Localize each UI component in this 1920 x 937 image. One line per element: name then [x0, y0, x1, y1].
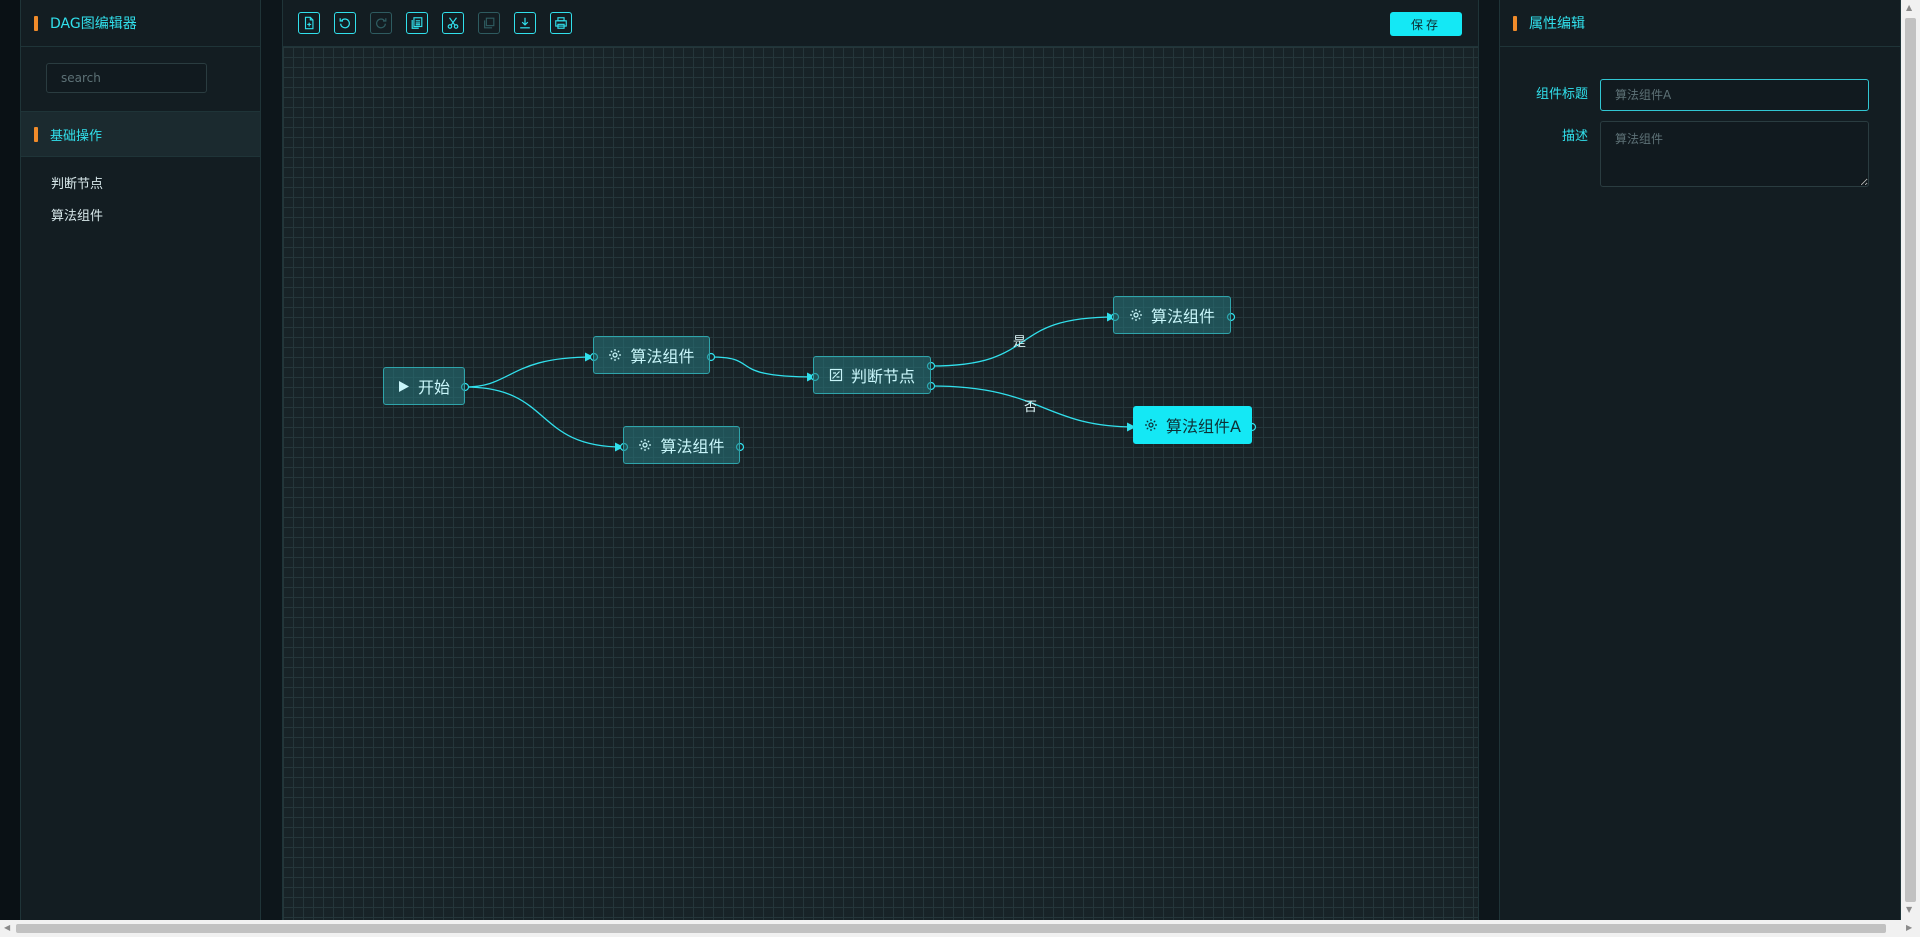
node-label: 算法组件: [660, 437, 725, 456]
node-algorithm-1[interactable]: 算法组件: [593, 336, 710, 374]
decision-icon: [829, 368, 843, 382]
title-label: 组件标题: [1535, 87, 1588, 102]
redo-button[interactable]: [370, 12, 392, 34]
redo-icon: [376, 18, 387, 29]
node-label: 算法组件: [630, 347, 695, 366]
gear-icon: [1144, 418, 1158, 432]
section-basic-ops[interactable]: 基础操作: [21, 111, 260, 157]
editor-area: 保存 开始 算法组件 算法组件 判断节点 算法组件 算法组件A 是 否: [282, 0, 1479, 920]
gear-icon: [638, 438, 652, 452]
edges-layer: [460, 312, 1257, 452]
undo-icon: [339, 18, 350, 29]
node-algorithm-3[interactable]: 算法组件: [1113, 296, 1231, 334]
node-label: 算法组件: [1150, 307, 1215, 326]
edge-label-yes: 是: [1013, 335, 1027, 350]
description-label: 描述: [1561, 129, 1588, 144]
header-marker: [34, 15, 38, 31]
download-button[interactable]: [514, 12, 536, 34]
horizontal-scrollbar[interactable]: ◀ ▶: [0, 920, 1920, 937]
vertical-scrollbar[interactable]: ▲ ▼: [1901, 0, 1920, 920]
section-title: 基础操作: [50, 128, 103, 144]
component-sidebar: DAG图编辑器 基础操作 判断节点 算法组件: [20, 0, 261, 920]
properties-title: 属性编辑: [1529, 16, 1585, 32]
gear-icon: [1129, 308, 1143, 322]
sidebar-item-algorithm-component[interactable]: 算法组件: [21, 201, 260, 233]
properties-header: 属性编辑: [1500, 0, 1900, 47]
node-algorithm-2[interactable]: 算法组件: [623, 426, 740, 464]
node-judge[interactable]: 判断节点: [813, 356, 931, 394]
save-button[interactable]: 保存: [1390, 12, 1462, 36]
print-icon: [555, 17, 567, 29]
node-label: 算法组件A: [1166, 417, 1241, 436]
download-icon: [520, 17, 530, 29]
window-left-edge: [0, 0, 20, 920]
copy-icon: [411, 17, 423, 29]
node-label: 判断节点: [850, 367, 915, 386]
component-title-input[interactable]: [1600, 79, 1869, 111]
search-input[interactable]: [46, 63, 207, 93]
vertical-scroll-thumb[interactable]: [1905, 18, 1916, 902]
edge-start-algo1[interactable]: [464, 352, 594, 388]
title-row: 组件标题: [1500, 79, 1900, 111]
sidebar-item-judge-node[interactable]: 判断节点: [21, 169, 260, 201]
sidebar-header: DAG图编辑器: [21, 0, 260, 47]
edge-start-algo2[interactable]: [464, 386, 624, 452]
app-title: DAG图编辑器: [50, 16, 137, 32]
copy-button[interactable]: [406, 12, 428, 34]
node-start[interactable]: 开始: [383, 367, 465, 405]
cut-icon: [447, 17, 459, 29]
horizontal-scroll-thumb[interactable]: [16, 924, 1886, 933]
search-container: [21, 47, 260, 109]
paste-icon: [484, 17, 495, 29]
graph-canvas[interactable]: 开始 算法组件 算法组件 判断节点 算法组件 算法组件A 是 否: [283, 47, 1478, 920]
node-algorithm-a[interactable]: 算法组件A: [1133, 406, 1252, 444]
scroll-up-icon[interactable]: ▲: [1906, 4, 1912, 12]
toolbar: 保存: [283, 0, 1478, 47]
scroll-left-icon[interactable]: ◀: [4, 924, 10, 932]
new-button[interactable]: [298, 12, 320, 34]
component-list: 判断节点 算法组件: [21, 157, 260, 233]
scroll-right-icon[interactable]: ▶: [1906, 924, 1912, 932]
properties-panel: 属性编辑 组件标题 描述: [1499, 0, 1901, 920]
scroll-down-icon[interactable]: ▼: [1906, 906, 1912, 914]
node-label: 开始: [417, 378, 450, 397]
print-button[interactable]: [550, 12, 572, 34]
gear-icon: [608, 348, 622, 362]
description-textarea[interactable]: [1600, 121, 1869, 187]
description-row: 描述: [1500, 121, 1900, 187]
edge-label-no: 否: [1024, 400, 1038, 415]
edge-algo1-judge[interactable]: [710, 356, 816, 382]
undo-button[interactable]: [334, 12, 356, 34]
new-file-icon: [304, 16, 314, 30]
cut-button[interactable]: [442, 12, 464, 34]
header-marker: [1513, 15, 1517, 31]
paste-button[interactable]: [478, 12, 500, 34]
play-icon: [398, 380, 410, 393]
section-marker: [34, 126, 38, 142]
